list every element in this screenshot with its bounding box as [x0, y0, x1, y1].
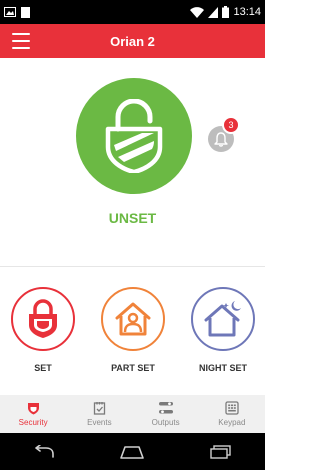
- sim-icon: [21, 6, 30, 18]
- house-person-icon: [115, 302, 151, 336]
- keypad-icon: [225, 401, 239, 415]
- arm-modes: SET PART SET NIGHT SET: [0, 267, 265, 395]
- recent-apps-icon: [210, 444, 231, 459]
- status-panel: UNSET 3: [0, 58, 265, 266]
- notification-count-badge: 3: [222, 116, 240, 134]
- back-button[interactable]: [24, 439, 64, 465]
- bottom-nav: Security Events Outputs Keypad: [0, 395, 265, 433]
- night-set-button[interactable]: NIGHT SET: [188, 287, 258, 387]
- nav-outputs-label: Outputs: [151, 418, 180, 427]
- set-button[interactable]: SET: [8, 287, 78, 387]
- notepad-icon: [93, 402, 106, 415]
- night-set-ring: [191, 287, 255, 351]
- part-set-label: PART SET: [111, 363, 155, 373]
- battery-icon: [222, 6, 230, 18]
- hamburger-menu-icon[interactable]: [12, 33, 30, 49]
- home-icon: [120, 445, 145, 459]
- cell-signal-icon: [208, 6, 219, 18]
- system-nav-bar: [0, 433, 265, 470]
- image-icon: [4, 7, 16, 17]
- nav-security-label: Security: [18, 418, 48, 427]
- nav-keypad[interactable]: Keypad: [199, 395, 265, 433]
- bell-icon: [214, 131, 228, 147]
- nav-security[interactable]: Security: [0, 395, 66, 433]
- nav-events[interactable]: Events: [66, 395, 132, 433]
- back-icon: [35, 444, 54, 458]
- system-status-label: UNSET: [108, 210, 157, 226]
- part-set-button[interactable]: PART SET: [98, 287, 168, 387]
- status-bar: 13:14: [0, 0, 265, 24]
- night-set-label: NIGHT SET: [198, 363, 247, 373]
- set-ring: [11, 287, 75, 351]
- house-moon-icon: [204, 301, 241, 337]
- wifi-icon: [190, 6, 205, 18]
- toggles-icon: [158, 402, 173, 414]
- set-label: SET: [34, 363, 52, 373]
- app-title: Orian 2: [110, 33, 155, 49]
- unlocked-shield-icon: [105, 99, 163, 173]
- home-button[interactable]: [112, 439, 152, 465]
- system-status-button[interactable]: [76, 78, 192, 194]
- lock-shield-icon: [29, 299, 57, 338]
- nav-keypad-label: Keypad: [218, 418, 246, 427]
- shield-icon: [27, 403, 39, 415]
- nav-events-label: Events: [87, 418, 112, 427]
- recent-apps-button[interactable]: [201, 439, 241, 465]
- app-bar: Orian 2: [0, 24, 265, 58]
- part-set-ring: [101, 287, 165, 351]
- nav-outputs[interactable]: Outputs: [133, 395, 199, 433]
- status-time: 13:14: [233, 6, 261, 18]
